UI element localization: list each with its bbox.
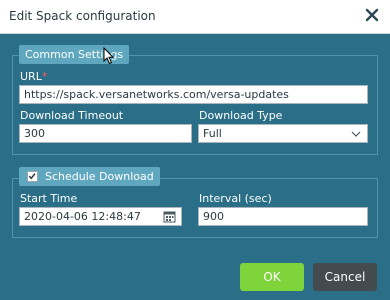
ok-button[interactable]: OK [240, 263, 304, 291]
dialog-footer: OK Cancel [0, 252, 390, 300]
start-time-value: 2020-04-06 12:48:47 [24, 210, 141, 223]
schedule-download-checkbox[interactable] [27, 171, 38, 182]
cancel-button[interactable]: Cancel [313, 263, 377, 291]
edit-spack-dialog: Edit Spack configuration Common Settings… [0, 0, 390, 300]
close-icon[interactable] [364, 7, 380, 23]
mouse-cursor-icon [103, 47, 115, 65]
start-time-label: Start Time [20, 192, 78, 205]
calendar-icon[interactable] [163, 210, 176, 223]
checkmark-icon [28, 173, 36, 180]
download-type-label: Download Type [199, 109, 283, 122]
url-label: URL* [20, 70, 47, 83]
download-timeout-value: 300 [24, 127, 45, 140]
schedule-download-label: Schedule Download [45, 170, 154, 183]
url-label-text: URL [20, 70, 42, 83]
download-timeout-input[interactable]: 300 [19, 124, 192, 143]
interval-input[interactable]: 900 [198, 207, 368, 226]
download-type-value: Full [203, 127, 222, 140]
start-time-input[interactable]: 2020-04-06 12:48:47 [19, 207, 182, 226]
download-timeout-label: Download Timeout [20, 109, 124, 122]
dialog-titlebar: Edit Spack configuration [0, 0, 390, 34]
url-value: https://spack.versanetworks.com/versa-up… [24, 88, 289, 101]
url-input[interactable]: https://spack.versanetworks.com/versa-up… [19, 85, 368, 104]
interval-value: 900 [203, 210, 224, 223]
chevron-down-icon [351, 131, 361, 137]
required-marker: * [41, 70, 48, 83]
dialog-title: Edit Spack configuration [9, 9, 156, 23]
download-type-select[interactable]: Full [198, 124, 368, 143]
schedule-download-legend[interactable]: Schedule Download [19, 167, 160, 186]
interval-label: Interval (sec) [199, 192, 272, 205]
